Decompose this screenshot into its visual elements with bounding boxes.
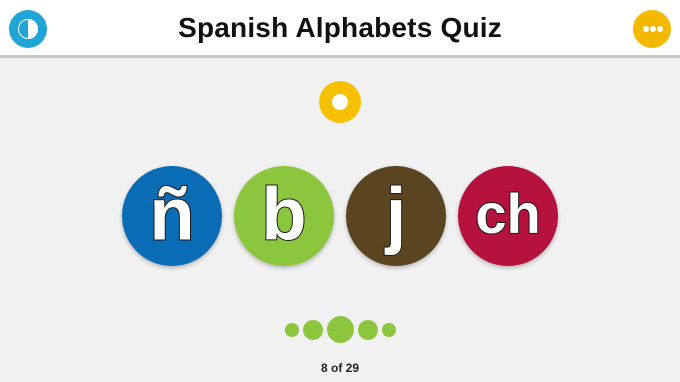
progress-dot <box>357 319 378 340</box>
progress-dot <box>302 319 323 340</box>
answer-option-n-tilde[interactable]: ñ <box>122 166 222 266</box>
question-counter: 8 of 29 <box>320 361 359 375</box>
progress-indicator <box>0 316 680 344</box>
answer-option-letter: ch <box>474 181 541 245</box>
progress-dot <box>284 322 299 337</box>
app-header: Spanish Alphabets Quiz <box>0 0 680 58</box>
progress-dot-current <box>326 316 354 343</box>
answer-option-b[interactable]: b <box>234 166 334 266</box>
answer-option-ch[interactable]: ch <box>458 166 558 266</box>
more-options-icon <box>643 26 649 32</box>
play-sound-icon <box>332 94 348 110</box>
progress-dot <box>381 322 396 337</box>
answer-option-j[interactable]: j <box>346 166 446 266</box>
play-sound-button[interactable] <box>319 81 361 123</box>
answer-option-letter: b <box>260 172 307 256</box>
more-options-icon <box>650 26 656 32</box>
page-title: Spanish Alphabets Quiz <box>178 12 502 43</box>
answer-option-letter: j <box>385 172 408 256</box>
answer-option-letter: ñ <box>148 172 195 256</box>
more-options-icon <box>657 26 663 32</box>
more-options-button[interactable] <box>633 10 671 48</box>
